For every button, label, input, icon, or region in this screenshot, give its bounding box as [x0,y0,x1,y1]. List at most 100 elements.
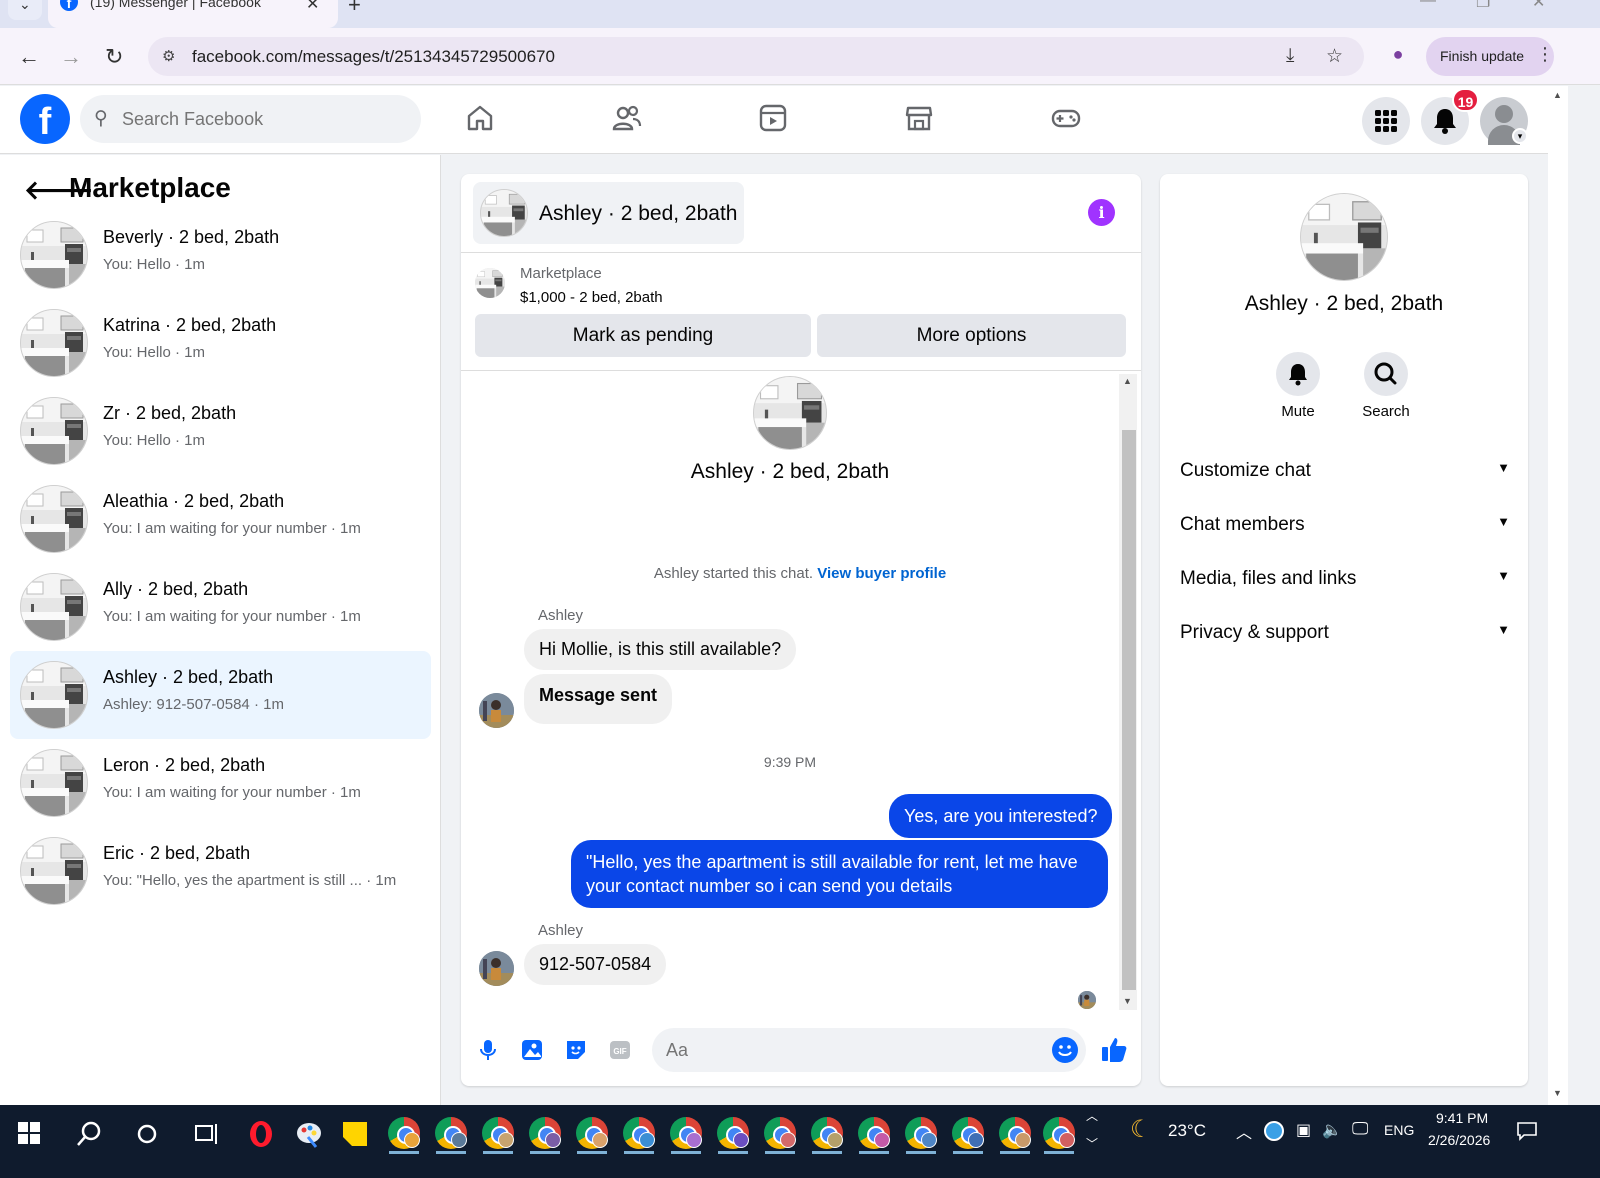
clock-time[interactable]: 9:41 PM [1436,1110,1488,1126]
customize-chat-section[interactable]: Customize chat ▼ [1180,450,1510,490]
mute-button[interactable] [1276,352,1320,396]
install-app-icon[interactable]: ⤓ [1286,45,1294,67]
conversation-item[interactable]: Eric · 2 bed, 2bath You: "Hello, yes the… [10,827,431,915]
chrome-profile-icon[interactable] [482,1117,514,1149]
finish-update-button[interactable]: Finish update ⋮ [1426,37,1554,76]
reload-icon[interactable]: ↻ [105,44,123,70]
site-settings-icon[interactable]: ⚙ [162,47,175,65]
friends-icon[interactable] [611,102,647,138]
address-bar[interactable]: ⚙ facebook.com/messages/t/25134345729500… [148,37,1364,76]
task-view-icon[interactable] [192,1119,222,1149]
menu-grid-button[interactable] [1362,97,1410,145]
view-buyer-profile-link[interactable]: View buyer profile [817,565,946,582]
windows-start-icon[interactable] [18,1122,40,1144]
message-bubble-outgoing[interactable]: Yes, are you interested? [889,794,1113,838]
conversation-item[interactable]: Ally · 2 bed, 2bath You: I am waiting fo… [10,563,431,651]
chrome-profile-icon[interactable] [717,1117,749,1149]
app-tray-icon[interactable] [1264,1121,1284,1141]
network-icon[interactable]: 🖵 [1352,1119,1368,1139]
chrome-profile-icon[interactable] [529,1117,561,1149]
chrome-profile-icon[interactable] [670,1117,702,1149]
browser-tab-active[interactable]: f (19) Messenger | Facebook ✕ [48,0,338,28]
cortana-icon[interactable] [134,1119,164,1149]
message-composer[interactable] [652,1028,1086,1072]
chrome-profile-icon[interactable] [905,1117,937,1149]
window-close-button[interactable]: ✕ [1532,0,1545,12]
chrome-profile-icon[interactable] [858,1117,890,1149]
weather-moon-icon[interactable]: ☾ [1130,1115,1152,1144]
notification-center-icon[interactable] [1516,1121,1538,1141]
opera-icon[interactable] [246,1119,276,1149]
message-bubble-incoming[interactable]: Hi Mollie, is this still available? [524,629,797,670]
chevron-down-icon[interactable]: ▾ [1512,128,1528,144]
chevron-up-icon[interactable]: ︿ [1236,1119,1252,1143]
message-input[interactable] [666,1028,1036,1072]
maximize-button[interactable]: ❐ [1476,0,1490,12]
tab-search-button[interactable]: ⌄ [8,0,42,20]
scroll-down-icon[interactable]: ▼ [1553,1088,1562,1098]
conversation-item[interactable]: Zr · 2 bed, 2bath You: Hello · 1m [10,387,431,475]
conversation-item[interactable]: Beverly · 2 bed, 2bath You: Hello · 1m [10,211,431,299]
chat-header-button[interactable]: Ashley · 2 bed, 2bath [473,182,744,244]
photo-icon[interactable] [519,1037,545,1063]
message-bubble-incoming[interactable]: Message sent [524,674,673,724]
privacy-support-section[interactable]: Privacy & support ▼ [1180,612,1510,652]
volume-icon[interactable]: 🔈 [1322,1120,1342,1140]
home-icon[interactable] [464,102,500,138]
chrome-profile-icon[interactable] [811,1117,843,1149]
paint-icon[interactable] [294,1119,324,1149]
microphone-icon[interactable] [475,1037,501,1063]
listing-thumbnail[interactable] [475,268,505,298]
chrome-profile-icon[interactable] [952,1117,984,1149]
sticker-icon[interactable] [563,1037,589,1063]
search-chat-button[interactable] [1364,352,1408,396]
chrome-profile-icon[interactable] [388,1117,420,1149]
search-icon[interactable] [74,1119,104,1149]
chrome-profile-icon[interactable] [623,1117,655,1149]
scroll-thumb[interactable] [1122,430,1136,990]
message-bubble-incoming[interactable]: 912-507-0584 [524,944,667,985]
facebook-search[interactable]: ⚲ [80,95,421,143]
info-icon[interactable]: i [1088,199,1115,226]
avatar[interactable] [479,693,514,728]
scroll-up-icon[interactable]: ▲ [1553,90,1562,100]
facebook-logo-icon[interactable]: f [20,94,70,144]
chat-members-section[interactable]: Chat members ▼ [1180,504,1510,544]
listing-price[interactable]: $1,000 - 2 bed, 2bath [520,289,663,306]
gaming-icon[interactable] [1050,102,1086,138]
bookmark-star-icon[interactable]: ☆ [1326,45,1343,68]
more-options-button[interactable]: More options [817,314,1126,357]
avatar[interactable] [479,951,514,986]
mark-as-pending-button[interactable]: Mark as pending [475,314,811,357]
meet-now-icon[interactable]: ▣ [1296,1120,1311,1140]
back-arrow-icon[interactable]: ← [18,44,40,70]
chrome-profile-icon[interactable] [1043,1117,1075,1149]
chrome-profile-icon[interactable] [999,1117,1031,1149]
sticky-notes-icon[interactable] [340,1119,370,1149]
marketplace-icon[interactable] [903,102,939,138]
chat-scrollbar[interactable]: ▲ ▼ [1119,374,1137,1010]
conversation-item[interactable]: Aleathia · 2 bed, 2bath You: I am waitin… [10,475,431,563]
scroll-up-icon[interactable]: ▲ [1123,376,1132,386]
clock-date[interactable]: 2/26/2026 [1428,1132,1490,1148]
chrome-profile-icon[interactable] [435,1117,467,1149]
scroll-down-icon[interactable]: ▼ [1123,996,1132,1006]
media-files-links-section[interactable]: Media, files and links ▼ [1180,558,1510,598]
like-thumb-icon[interactable] [1099,1035,1129,1065]
url-text[interactable]: facebook.com/messages/t/2513434572950067… [192,47,555,67]
new-tab-button[interactable]: + [348,0,361,18]
message-bubble-outgoing[interactable]: "Hello, yes the apartment is still avail… [571,840,1108,908]
taskbar-scroll-up-icon[interactable]: ︿ [1086,1107,1098,1124]
browser-profile-icon[interactable]: ● [1386,44,1410,68]
weather-temperature[interactable]: 23°C [1168,1121,1206,1141]
forward-arrow-icon[interactable]: → [60,44,82,70]
emoji-icon[interactable] [1052,1037,1078,1063]
video-icon[interactable] [757,102,793,138]
search-input[interactable] [122,95,412,143]
taskbar-scroll-down-icon[interactable]: ﹀ [1086,1135,1098,1152]
conversation-item-active[interactable]: Ashley · 2 bed, 2bath Ashley: 912-507-05… [10,651,431,739]
chrome-profile-icon[interactable] [764,1117,796,1149]
minimize-button[interactable]: — [1420,0,1436,10]
language-indicator[interactable]: ENG [1384,1122,1414,1138]
chrome-profile-icon[interactable] [576,1117,608,1149]
